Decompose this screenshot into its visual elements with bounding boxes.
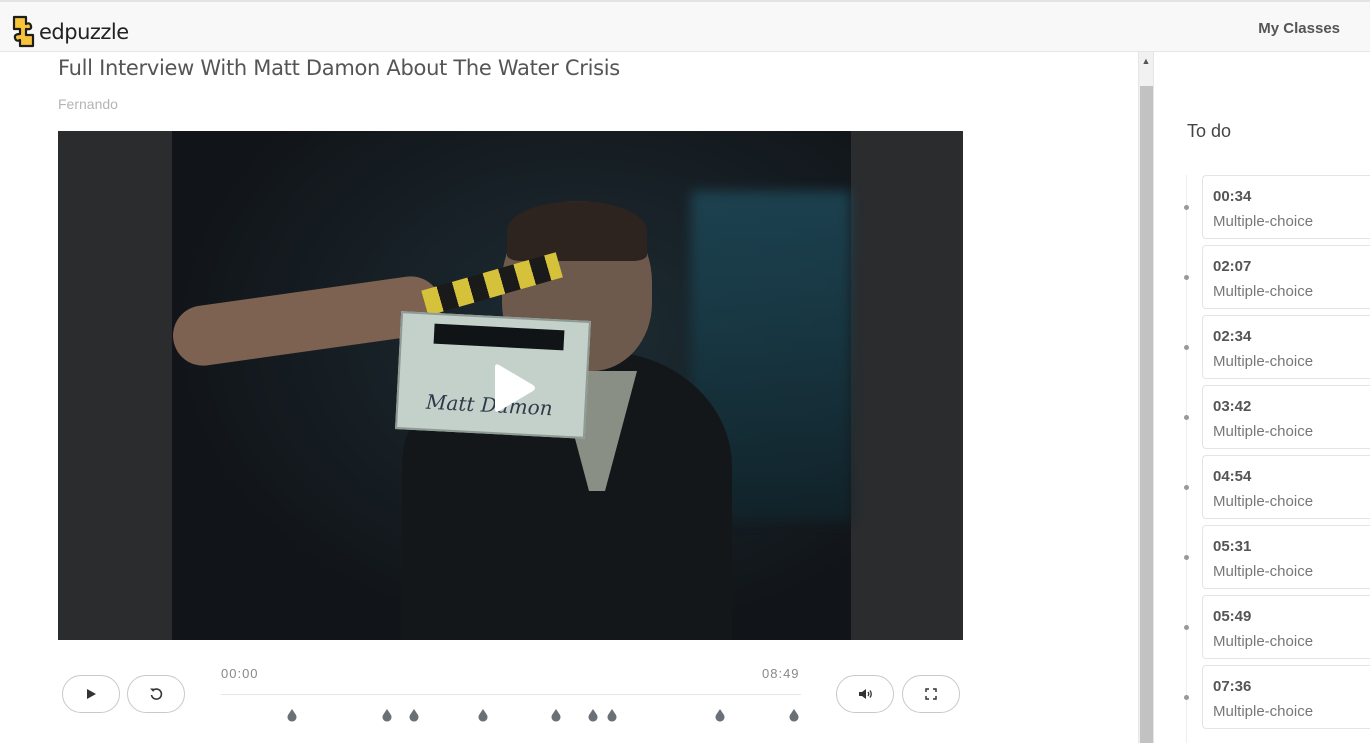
rewind-icon [150,688,163,700]
volume-button[interactable] [836,675,894,713]
question-card[interactable]: 02:34 Multiple-choice [1202,315,1370,379]
play-overlay-icon[interactable] [487,363,537,413]
question-time: 04:54 [1213,468,1252,485]
volume-icon [858,689,872,699]
question-marker-icon[interactable] [607,709,617,722]
question-marker-icon[interactable] [715,709,725,722]
question-dot [1184,485,1189,490]
top-navbar: edpuzzle My Classes [0,0,1370,52]
question-dot [1184,205,1189,210]
question-marker-icon[interactable] [478,709,488,722]
question-time: 00:34 [1213,188,1252,205]
question-card[interactable]: 02:07 Multiple-choice [1202,245,1370,309]
video-title: Full Interview With Matt Damon About The… [58,56,620,80]
question-marker-icon[interactable] [588,709,598,722]
question-dot [1184,695,1189,700]
question-card[interactable]: 00:34 Multiple-choice [1202,175,1370,239]
play-icon [87,689,96,699]
question-dot [1184,555,1189,560]
current-time: 00:00 [221,666,259,681]
question-type: Multiple-choice [1213,283,1314,300]
question-time: 07:36 [1213,678,1252,695]
question-type: Multiple-choice [1213,423,1314,440]
question-timeline-line [1186,175,1187,743]
fullscreen-icon [925,688,937,700]
edpuzzle-logo[interactable]: edpuzzle [9,15,129,48]
question-type: Multiple-choice [1213,213,1314,230]
play-button[interactable] [62,675,120,713]
question-card[interactable]: 05:31 Multiple-choice [1202,525,1370,589]
question-time: 03:42 [1213,398,1252,415]
fullscreen-button[interactable] [902,675,960,713]
video-author: Fernando [58,96,118,112]
question-marker-icon[interactable] [789,709,799,722]
question-time: 02:34 [1213,328,1252,345]
scroll-up-arrow-icon[interactable]: ▲ [1138,52,1154,70]
question-dot [1184,345,1189,350]
question-marker-icon[interactable] [287,709,297,722]
question-type: Multiple-choice [1213,493,1314,510]
question-type: Multiple-choice [1213,353,1314,370]
todo-title: To do [1187,121,1232,141]
logo-text: edpuzzle [39,19,129,44]
puzzle-logo-icon [12,15,35,48]
question-card[interactable]: 04:54 Multiple-choice [1202,455,1370,519]
question-time: 02:07 [1213,258,1252,275]
question-marker-icon[interactable] [382,709,392,722]
question-time: 05:49 [1213,608,1252,625]
question-card[interactable]: 03:42 Multiple-choice [1202,385,1370,449]
question-marker-icon[interactable] [409,709,419,722]
video-player[interactable]: Matt Damon [58,131,963,640]
question-dot [1184,275,1189,280]
question-time: 05:31 [1213,538,1252,555]
question-card[interactable]: 07:36 Multiple-choice [1202,665,1370,729]
timeline-track[interactable] [221,694,801,695]
question-type: Multiple-choice [1213,563,1314,580]
my-classes-link[interactable]: My Classes [1258,20,1340,37]
question-type: Multiple-choice [1213,703,1314,720]
question-dot [1184,625,1189,630]
question-card[interactable]: 05:49 Multiple-choice [1202,595,1370,659]
question-type: Multiple-choice [1213,633,1314,650]
rewind-button[interactable] [127,675,185,713]
question-marker-icon[interactable] [551,709,561,722]
question-dot [1184,415,1189,420]
duration: 08:49 [762,666,800,681]
scrollbar-thumb[interactable] [1140,86,1153,743]
person-hair [507,201,647,261]
